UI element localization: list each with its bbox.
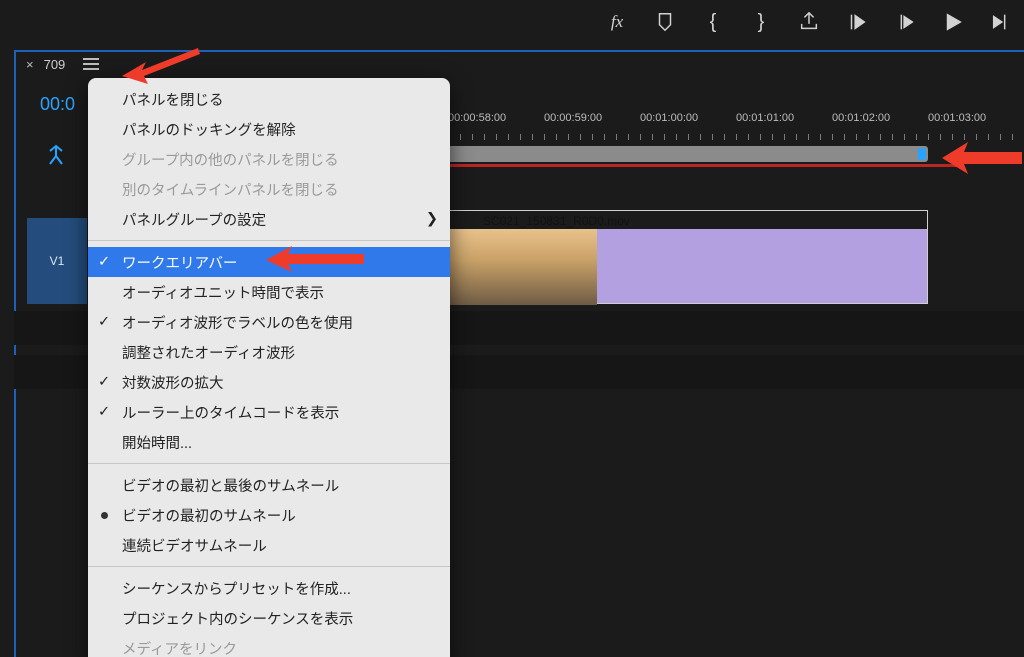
work-area-end-handle[interactable] [918,148,926,160]
go-in-icon[interactable] [846,11,868,33]
chevron-right-icon: ❯ [426,211,438,227]
track-label: V1 [50,254,65,268]
bullet-icon [101,512,108,519]
clip-body [597,229,927,303]
menu-item-label: メディアをリンク [122,638,237,657]
ruler-label: 00:01:03:00 [928,112,1024,130]
menu-item: 別のタイムラインパネルを閉じる [88,174,450,204]
menu-item[interactable]: パネルグループの設定 ❯ [88,204,450,234]
work-area-bar[interactable] [448,146,928,162]
track-header-v1[interactable]: V1 [27,218,87,304]
play-icon[interactable] [942,11,964,33]
step-back-icon[interactable] [894,11,916,33]
sequence-tab-title[interactable]: 709 [44,57,66,72]
top-toolbar: fx { } [0,0,1024,44]
ruler-ticks [448,132,1024,140]
check-icon: ✓ [98,404,110,420]
menu-item[interactable]: シーケンスからプリセットを作成... [88,573,450,603]
marker-icon[interactable] [654,11,676,33]
menu-separator [88,240,450,241]
menu-item[interactable]: プロジェクト内のシーケンスを表示 [88,603,450,633]
menu-item-label: 対数波形の拡大 [122,372,224,393]
menu-item-label: シーケンスからプリセットを作成... [122,578,351,599]
menu-item-label: ビデオの最初と最後のサムネール [122,475,339,496]
menu-item[interactable]: 連続ビデオサムネール [88,530,450,560]
menu-item[interactable]: 調整されたオーディオ波形 [88,337,450,367]
menu-item-label: 連続ビデオサムネール [122,535,267,556]
clip-filename: SC021_150831_R0D0.mov [483,214,630,228]
ruler-label: 00:01:02:00 [832,112,928,130]
panel-context-menu[interactable]: パネルを閉じるパネルのドッキングを解除グループ内の他のパネルを閉じる別のタイムラ… [88,78,450,657]
render-bar [448,164,962,167]
menu-item[interactable]: ビデオの最初と最後のサムネール [88,470,450,500]
menu-item[interactable]: ✓ オーディオ波形でラベルの色を使用 [88,307,450,337]
menu-item-label: オーディオユニット時間で表示 [122,282,324,303]
fx-icon[interactable]: fx [606,11,628,33]
ruler-labels: 00:00:58:0000:00:59:0000:01:00:0000:01:0… [448,112,1024,130]
menu-item-label: ルーラー上のタイムコードを表示 [122,402,339,423]
menu-item-label: 開始時間... [122,432,192,453]
menu-item-label: オーディオ波形でラベルの色を使用 [122,312,353,333]
ruler-label: 00:01:01:00 [736,112,832,130]
menu-separator [88,566,450,567]
clip-thumbnail [449,229,597,305]
menu-item-label: パネルを閉じる [122,89,224,110]
menu-item-label: パネルのドッキングを解除 [122,119,296,140]
panel-menu-icon[interactable] [83,58,99,70]
menu-item[interactable]: ✓ ワークエリアバー [88,247,450,277]
menu-item-label: パネルグループの設定 [122,209,266,230]
playhead-timecode[interactable]: 00:0 [40,94,75,115]
menu-item: メディアをリンク [88,633,450,657]
menu-item[interactable]: ✓ 対数波形の拡大 [88,367,450,397]
menu-item[interactable]: パネルを閉じる [88,84,450,114]
close-panel-icon[interactable]: × [26,57,34,72]
timeline-panel-tabbar: × 709 [14,50,99,78]
menu-item[interactable]: ✓ ルーラー上のタイムコードを表示 [88,397,450,427]
menu-item-label: 調整されたオーディオ波形 [122,342,295,363]
check-icon: ✓ [98,314,110,330]
video-clip[interactable]: SC021_150831_R0D0.mov [448,210,928,304]
export-icon[interactable] [798,11,820,33]
menu-item-label: グループ内の他のパネルを閉じる [122,149,339,170]
check-icon: ✓ [98,374,110,390]
out-point-icon[interactable]: } [750,11,772,33]
menu-item-label: ワークエリアバー [122,252,237,273]
menu-item[interactable]: 開始時間... [88,427,450,457]
in-point-icon[interactable]: { [702,11,724,33]
menu-item-label: プロジェクト内のシーケンスを表示 [122,608,353,629]
ruler-label: 00:00:59:00 [544,112,640,130]
snap-icon[interactable] [44,144,68,171]
menu-item[interactable]: パネルのドッキングを解除 [88,114,450,144]
menu-item: グループ内の他のパネルを閉じる [88,144,450,174]
menu-item[interactable]: オーディオユニット時間で表示 [88,277,450,307]
menu-item-label: ビデオの最初のサムネール [122,505,296,526]
menu-item[interactable]: ビデオの最初のサムネール [88,500,450,530]
time-ruler[interactable]: 00:00:58:0000:00:59:0000:01:00:0000:01:0… [448,108,1024,166]
ruler-label: 00:01:00:00 [640,112,736,130]
step-forward-icon[interactable] [990,11,1012,33]
ruler-label: 00:00:58:00 [448,112,544,130]
check-icon: ✓ [98,254,110,270]
menu-separator [88,463,450,464]
menu-item-label: 別のタイムラインパネルを閉じる [122,179,338,200]
clip-area: SC021_150831_R0D0.mov [448,210,1024,304]
